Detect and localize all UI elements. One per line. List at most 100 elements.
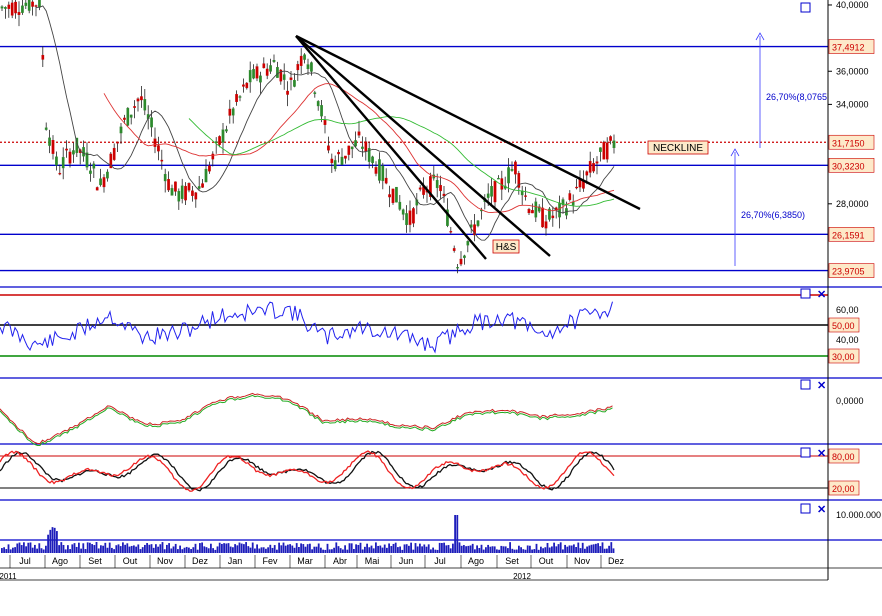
candle-body bbox=[401, 209, 405, 215]
volume-bar bbox=[577, 542, 580, 553]
candle-body bbox=[486, 193, 490, 198]
volume-bar bbox=[465, 546, 467, 553]
volume-bar bbox=[511, 548, 514, 553]
candle-body bbox=[245, 82, 249, 89]
trendline bbox=[295, 35, 551, 257]
price-axis: 37,4912 31,7150 30,3230 26,1591 23,9705 40,00… bbox=[828, 0, 881, 520]
volume-bar bbox=[216, 546, 219, 553]
candle-body bbox=[136, 98, 140, 102]
panel-controls[interactable]: ✕ ✕ ✕ ✕ bbox=[800, 2, 826, 516]
panel-control-group[interactable]: ✕ bbox=[800, 379, 826, 392]
volume-bar bbox=[201, 542, 203, 553]
candle-body bbox=[299, 55, 303, 66]
candle-body bbox=[524, 195, 527, 197]
volume-bar bbox=[570, 545, 573, 553]
candle-body bbox=[459, 258, 463, 265]
volume-bar bbox=[317, 543, 320, 553]
maximize-icon[interactable] bbox=[800, 288, 811, 299]
volume-bar bbox=[280, 545, 283, 553]
volume-bar bbox=[144, 544, 146, 553]
month-label: Set bbox=[88, 556, 102, 566]
candle-body bbox=[310, 62, 313, 72]
month-label: Jun bbox=[399, 556, 414, 566]
candle-body bbox=[238, 96, 242, 98]
candle-body bbox=[65, 148, 68, 151]
level-label: 30,3230 bbox=[832, 161, 865, 171]
volume-bar bbox=[278, 542, 280, 553]
volume-bar bbox=[419, 543, 421, 553]
candle-body bbox=[269, 65, 272, 72]
close-icon[interactable]: ✕ bbox=[817, 289, 826, 301]
candle-body bbox=[177, 190, 181, 202]
close-icon[interactable]: ✕ bbox=[817, 380, 826, 392]
close-icon[interactable]: ✕ bbox=[817, 448, 826, 460]
volume-bar bbox=[146, 543, 148, 553]
candle-body bbox=[350, 146, 354, 150]
maximize-icon[interactable] bbox=[800, 379, 811, 390]
panel-control-group[interactable]: ✕ bbox=[800, 447, 826, 460]
volume-bar bbox=[84, 549, 87, 553]
volume-bar bbox=[551, 546, 553, 553]
candle-body bbox=[605, 142, 609, 160]
candle-body bbox=[306, 64, 310, 70]
month-label: Dez bbox=[608, 556, 625, 566]
candle-body bbox=[602, 142, 606, 160]
volume-bar bbox=[73, 543, 76, 553]
volume-bar bbox=[291, 545, 294, 553]
candle-body bbox=[106, 171, 109, 179]
volume-bar bbox=[135, 546, 137, 553]
month-label: Out bbox=[539, 556, 554, 566]
volume-bar bbox=[507, 548, 509, 553]
month-label: Jul bbox=[434, 556, 446, 566]
maximize-icon[interactable] bbox=[800, 503, 811, 514]
volume-bar bbox=[353, 548, 355, 553]
trendline bbox=[295, 35, 487, 260]
price-tick-label: 34,0000 bbox=[836, 99, 869, 109]
volume-bar bbox=[124, 544, 126, 553]
candle-body bbox=[204, 168, 208, 183]
volume-bar bbox=[342, 549, 344, 553]
volume-bar bbox=[27, 542, 30, 553]
candle-body bbox=[344, 155, 347, 159]
volume-bar bbox=[271, 547, 274, 553]
volume-bar bbox=[111, 547, 113, 553]
volume-bar bbox=[500, 545, 503, 553]
maximize-icon[interactable] bbox=[800, 2, 811, 13]
volume-bar bbox=[295, 543, 298, 553]
volume-bar bbox=[95, 542, 98, 553]
candle-body bbox=[126, 107, 130, 126]
volume-bar bbox=[150, 544, 153, 553]
candle-body bbox=[51, 140, 55, 154]
volume-bar bbox=[234, 544, 236, 553]
candle-body bbox=[320, 105, 323, 117]
panel-control-group[interactable]: ✕ bbox=[800, 503, 826, 516]
volume-bar bbox=[14, 547, 16, 553]
volume-bar bbox=[221, 543, 223, 553]
volume-bar bbox=[51, 527, 54, 553]
volume-bar bbox=[183, 547, 186, 553]
volume-bar bbox=[265, 548, 267, 553]
candle-body bbox=[391, 188, 395, 203]
volume-bar bbox=[287, 544, 289, 553]
maximize-icon[interactable] bbox=[800, 447, 811, 458]
volume-bar bbox=[520, 547, 522, 553]
volume-bar bbox=[498, 549, 500, 553]
candle-body bbox=[497, 177, 500, 180]
candle-body bbox=[218, 136, 221, 145]
svg-text:26,70%(8,0765: 26,70%(8,0765 bbox=[766, 92, 827, 102]
candle-body bbox=[534, 201, 538, 218]
candle-body bbox=[112, 147, 116, 160]
candle-body bbox=[89, 170, 92, 174]
volume-bar bbox=[469, 545, 472, 553]
volume-bar bbox=[25, 546, 27, 553]
svg-text:H&S: H&S bbox=[496, 242, 517, 253]
lower-target-arrow: 26,70%(6,3850) bbox=[730, 148, 805, 266]
rsi-tick-label: 40,00 bbox=[836, 335, 859, 345]
trendline bbox=[295, 34, 641, 211]
month-label: Set bbox=[505, 556, 519, 566]
close-icon[interactable]: ✕ bbox=[817, 504, 826, 516]
candle-body bbox=[364, 141, 368, 152]
candle-body bbox=[180, 185, 184, 199]
volume-bar bbox=[573, 544, 575, 553]
panel-control-group[interactable] bbox=[800, 2, 811, 13]
